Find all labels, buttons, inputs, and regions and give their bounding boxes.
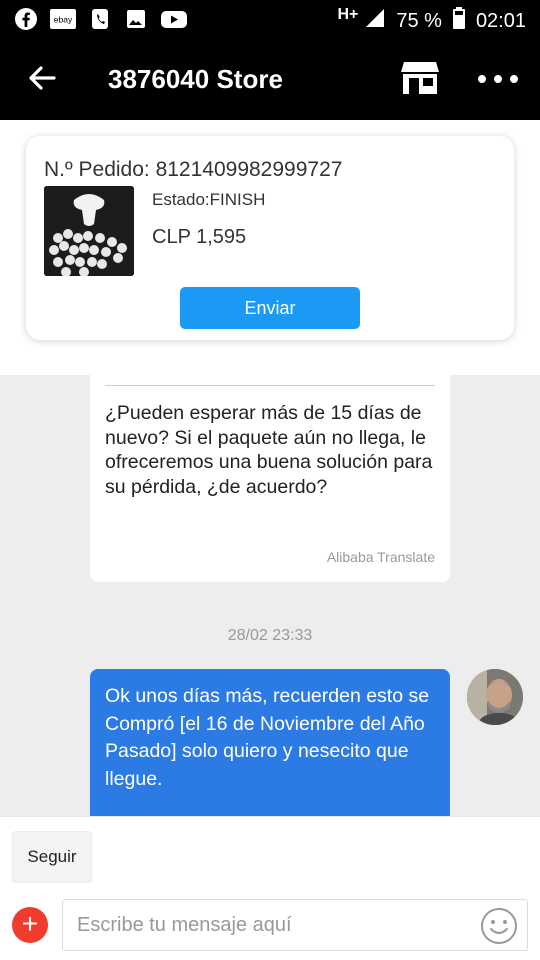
back-arrow-icon[interactable] [26,62,58,94]
more-options-icon[interactable] [478,64,518,94]
avatar[interactable] [467,669,523,725]
composer: Seguir + [0,816,540,960]
chat-messages[interactable]: ¿Pueden esperar más de 15 días de nuevo?… [0,375,540,816]
follow-button[interactable]: Seguir [12,831,92,883]
ebay-logo-text: ebay [54,15,73,25]
battery-level: 75 % [396,9,442,32]
incoming-message: ¿Pueden esperar más de 15 días de nuevo?… [90,375,450,582]
order-number: N.º Pedido: 8121409982999727 [44,158,343,181]
network-type: H+ [337,6,359,23]
ebay-icon: ebay [50,7,76,31]
translate-label: Alibaba Translate [326,549,435,565]
page-title: 3876040 Store [108,64,283,94]
order-status: Estado:FINISH [152,190,266,209]
message-input[interactable] [77,908,477,942]
battery-icon [452,6,466,36]
order-price: CLP 1,595 [152,226,247,248]
app-bar: 3876040 Store [0,38,540,120]
status-bar: ebay H+ 75 % 02:01 [0,0,540,38]
gallery-icon [124,7,148,31]
store-icon[interactable] [400,60,440,96]
incoming-message-text: ¿Pueden esperar más de 15 días de nuevo?… [105,402,433,498]
message-input-box[interactable] [62,899,528,951]
clock: 02:01 [475,9,526,32]
emoji-icon[interactable] [479,906,519,946]
send-order-button[interactable]: Enviar [180,287,360,329]
outgoing-message-text: Ok unos días más, recuerden esto se Comp… [105,685,430,790]
order-card[interactable]: N.º Pedido: 8121409982999727 Estado:FINI… [26,136,514,340]
signal-icon [364,7,386,35]
order-header: N.º Pedido: 8121409982999727 Estado:FINI… [0,120,540,375]
youtube-icon [160,7,188,31]
translation-divider [105,385,435,386]
product-thumbnail[interactable] [44,186,134,276]
facebook-icon [14,7,38,31]
outgoing-message: Ok unos días más, recuerden esto se Comp… [90,669,450,816]
phone-icon [88,7,112,31]
message-timestamp: 28/02 23:33 [227,627,313,644]
add-attachment-icon[interactable]: + [12,907,48,943]
